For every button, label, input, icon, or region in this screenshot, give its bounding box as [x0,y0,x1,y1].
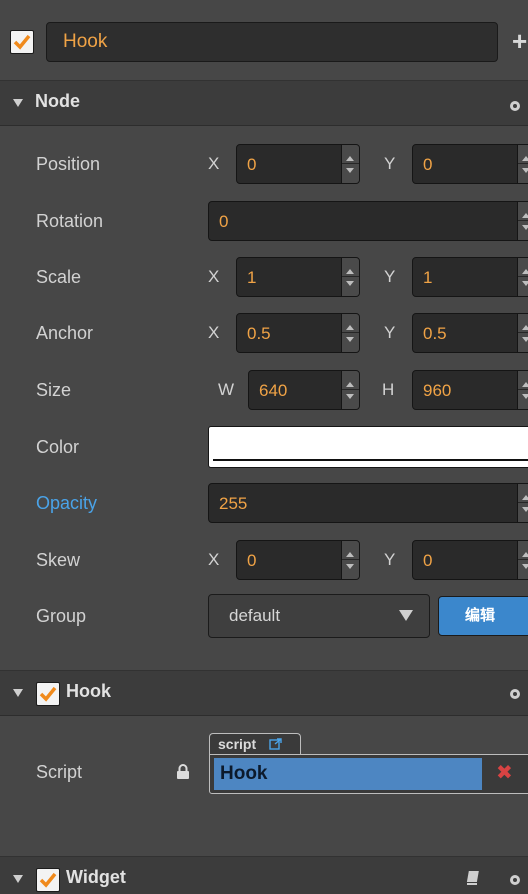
group-label: Group [36,606,87,626]
node-section-header[interactable]: Node [0,80,528,126]
size-w-stepper[interactable] [341,371,359,409]
position-y-value: 0 [423,155,433,174]
collapse-triangle-icon[interactable] [13,689,23,697]
position-x-value: 0 [247,155,257,174]
skew-x-stepper[interactable] [341,541,359,579]
position-label: Position [36,154,101,174]
size-w-value: 640 [259,381,288,400]
group-select[interactable]: default [208,594,430,638]
rotation-stepper[interactable] [517,202,528,240]
scale-x-input[interactable]: 1 [236,257,360,297]
group-select-value: default [229,606,281,625]
script-label: Script [36,762,83,782]
alpha-bar [213,459,528,461]
widget-component-header[interactable]: Widget [0,856,528,894]
gear-icon[interactable] [508,687,522,701]
add-icon[interactable]: + [512,28,528,54]
checkmark-icon [13,34,31,50]
size-h-input[interactable]: 960 [412,370,528,410]
checkmark-icon [39,686,57,702]
scale-x-axis: X [208,267,220,286]
hook-component-title: Hook [66,681,111,701]
node-section-title: Node [35,91,80,111]
position-y-stepper[interactable] [517,145,528,183]
skew-label: Skew [36,550,81,570]
checkmark-icon [39,872,57,888]
edit-group-button[interactable]: 编辑 [438,596,528,636]
gear-icon[interactable] [508,873,522,887]
scale-x-stepper[interactable] [341,258,359,296]
gear-icon[interactable] [508,99,522,113]
color-picker-field[interactable] [208,426,528,468]
skew-y-stepper[interactable] [517,541,528,579]
skew-x-axis: X [208,550,220,569]
scale-y-stepper[interactable] [517,258,528,296]
node-name-input[interactable]: Hook [46,22,498,62]
position-x-stepper[interactable] [341,145,359,183]
anchor-x-stepper[interactable] [341,314,359,352]
script-asset-value: Hook [214,758,482,790]
rotation-value: 0 [219,212,229,231]
script-asset-tag[interactable]: script [209,733,301,755]
documentation-icon[interactable] [466,870,480,886]
skew-x-value: 0 [247,551,257,570]
scale-y-axis: Y [384,267,396,286]
rotation-label: Rotation [36,211,104,231]
anchor-x-input[interactable]: 0.5 [236,313,360,353]
collapse-triangle-icon[interactable] [13,875,23,883]
size-w-input[interactable]: 640 [248,370,360,410]
clear-script-icon[interactable]: ✖ [496,760,513,785]
scale-y-input[interactable]: 1 [412,257,528,297]
size-h-value: 960 [423,381,452,400]
lock-icon [177,764,189,779]
collapse-triangle-icon[interactable] [13,99,23,107]
position-x-axis: X [208,154,220,173]
anchor-y-input[interactable]: 0.5 [412,313,528,353]
rotation-input[interactable]: 0 [208,201,528,241]
position-x-input[interactable]: 0 [236,144,360,184]
widget-enabled-checkbox[interactable] [36,868,60,892]
anchor-x-value: 0.5 [247,324,271,343]
node-active-checkbox[interactable] [10,30,34,54]
scale-label: Scale [36,267,82,287]
widget-component-title: Widget [66,867,126,887]
skew-x-input[interactable]: 0 [236,540,360,580]
anchor-y-axis: Y [384,323,396,342]
hook-component-header[interactable]: Hook [0,670,528,716]
opacity-input[interactable]: 255 [208,483,528,523]
skew-y-value: 0 [423,551,433,570]
anchor-y-stepper[interactable] [517,314,528,352]
size-w-axis: W [218,380,235,399]
opacity-stepper[interactable] [517,484,528,522]
anchor-y-value: 0.5 [423,324,447,343]
anchor-label: Anchor [36,323,94,343]
script-asset-field[interactable]: Hook ✖ [209,754,528,794]
position-y-axis: Y [384,154,396,173]
size-h-stepper[interactable] [517,371,528,409]
size-h-axis: H [382,380,395,399]
scale-x-value: 1 [247,268,257,287]
opacity-value: 255 [219,494,248,513]
skew-y-axis: Y [384,550,396,569]
position-y-input[interactable]: 0 [412,144,528,184]
color-label: Color [36,437,80,457]
opacity-label: Opacity [36,493,98,513]
skew-y-input[interactable]: 0 [412,540,528,580]
script-tag-label: script [218,736,257,752]
hook-enabled-checkbox[interactable] [36,682,60,706]
external-link-icon[interactable] [269,738,283,750]
scale-y-value: 1 [423,268,433,287]
anchor-x-axis: X [208,323,220,342]
dropdown-caret-icon [399,610,413,621]
size-label: Size [36,380,72,400]
